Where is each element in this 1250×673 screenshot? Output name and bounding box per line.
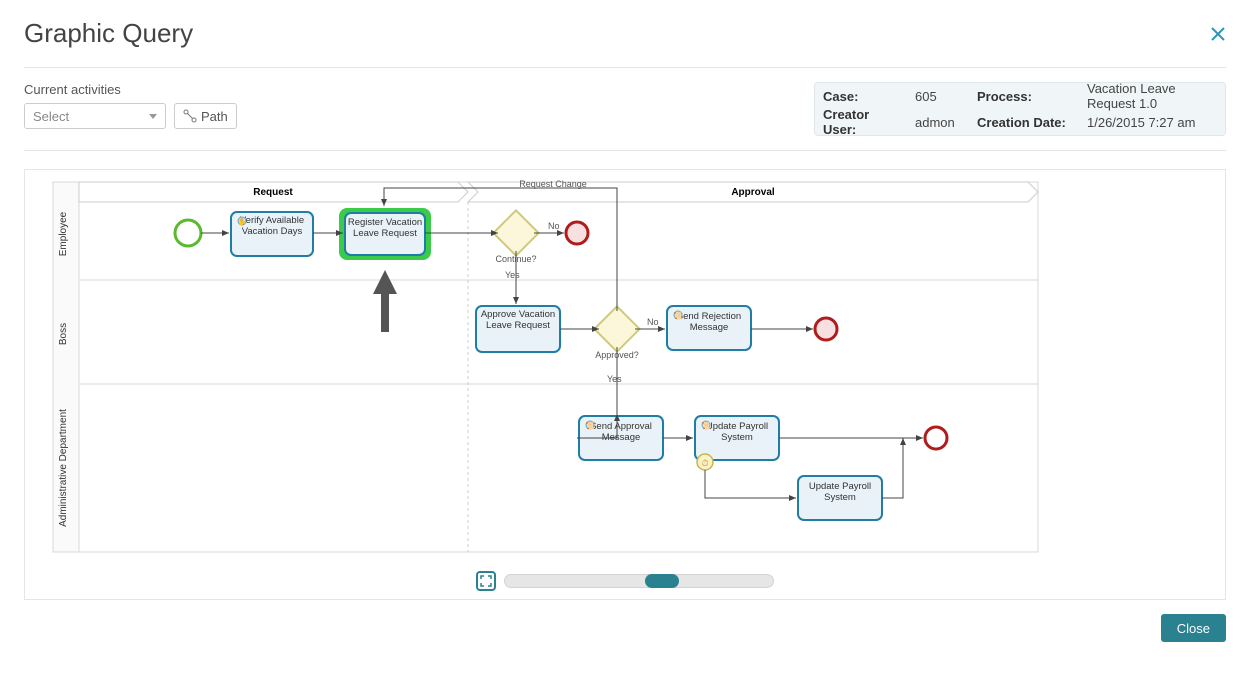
diagram-canvas[interactable]: Employee Boss Administrative Department … bbox=[24, 169, 1226, 600]
date-value: 1/26/2015 7:27 am bbox=[1079, 115, 1225, 130]
svg-text:Yes: Yes bbox=[505, 270, 520, 280]
creator-label: Creator User: bbox=[815, 107, 907, 137]
phase-request: Request bbox=[253, 187, 293, 198]
end-event-2 bbox=[815, 318, 837, 340]
close-button[interactable]: Close bbox=[1161, 614, 1226, 642]
date-label: Creation Date: bbox=[969, 115, 1079, 130]
lane-admin: Administrative Department bbox=[58, 409, 69, 527]
gateway-approved bbox=[594, 306, 639, 351]
svg-text:⏱: ⏱ bbox=[701, 458, 708, 468]
edge-request-change: Request Change bbox=[519, 179, 587, 189]
lane-boss: Boss bbox=[58, 323, 69, 345]
case-info-panel: Case: 605 Process: Vacation Leave Reques… bbox=[814, 82, 1226, 136]
path-button[interactable]: Path bbox=[174, 103, 237, 129]
svg-text:📜: 📜 bbox=[586, 421, 595, 430]
svg-text:📜: 📜 bbox=[674, 311, 683, 320]
svg-text:✋: ✋ bbox=[238, 217, 247, 226]
indicator-arrow bbox=[373, 270, 397, 332]
phase-approval: Approval bbox=[731, 187, 775, 198]
case-label: Case: bbox=[815, 89, 907, 104]
creator-value: admon bbox=[907, 115, 969, 130]
process-label: Process: bbox=[969, 89, 1079, 104]
svg-text:No: No bbox=[548, 221, 560, 231]
chevron-down-icon bbox=[149, 114, 157, 119]
start-event bbox=[175, 220, 201, 246]
path-icon bbox=[183, 109, 197, 123]
path-button-label: Path bbox=[201, 109, 228, 124]
select-value: Select bbox=[33, 109, 69, 124]
zoom-slider[interactable] bbox=[504, 574, 774, 588]
gateway-continue bbox=[493, 210, 538, 255]
close-icon[interactable] bbox=[1210, 26, 1226, 47]
svg-text:Yes: Yes bbox=[607, 374, 622, 384]
activities-label: Current activities bbox=[24, 82, 121, 97]
process-value: Vacation Leave Request 1.0 bbox=[1079, 81, 1225, 111]
svg-text:No: No bbox=[647, 317, 659, 327]
activities-select[interactable]: Select bbox=[24, 103, 166, 129]
end-event-1 bbox=[566, 222, 588, 244]
case-value: 605 bbox=[907, 89, 969, 104]
svg-text:📜: 📜 bbox=[702, 421, 711, 430]
lane-employee: Employee bbox=[58, 211, 69, 256]
fullscreen-icon[interactable] bbox=[476, 571, 496, 591]
zoom-slider-thumb[interactable] bbox=[645, 574, 679, 588]
end-event-3 bbox=[925, 427, 947, 449]
page-title: Graphic Query bbox=[24, 18, 193, 49]
